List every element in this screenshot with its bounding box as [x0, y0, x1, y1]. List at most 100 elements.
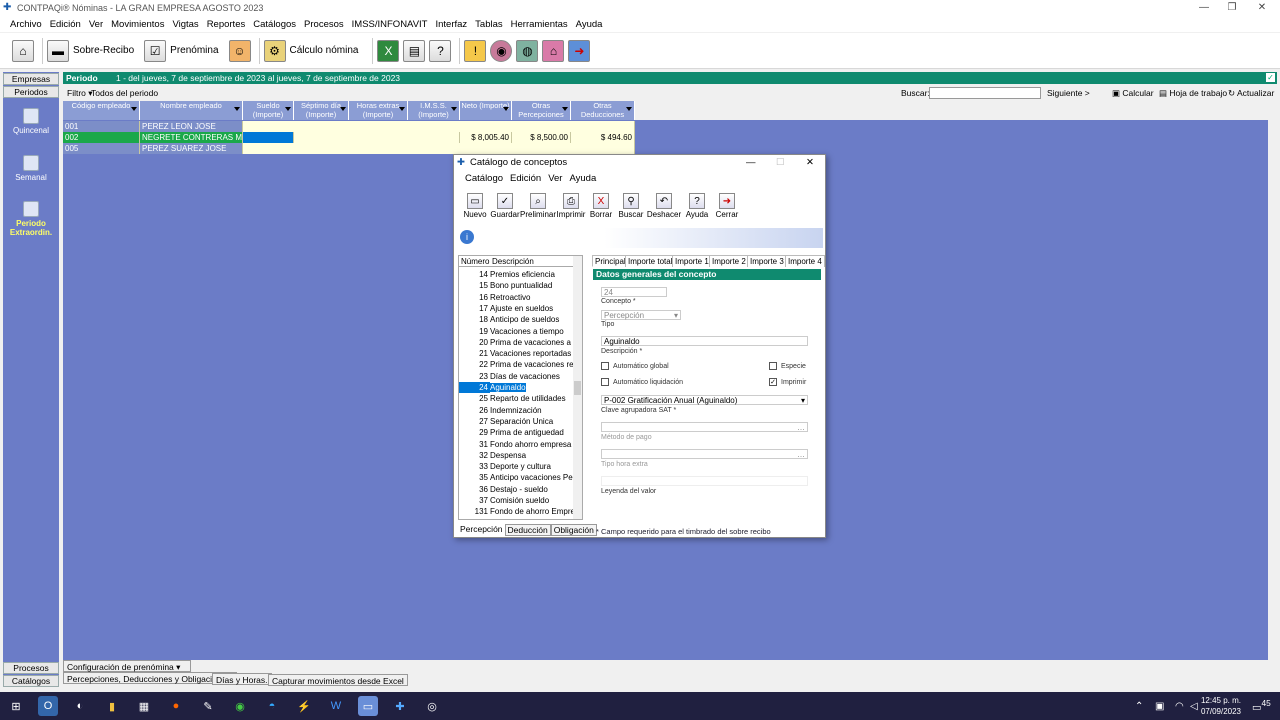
tab-importe-2[interactable]: Importe 2	[709, 255, 749, 267]
col-neto[interactable]: Neto (Importe)	[460, 101, 512, 120]
contpaqi-icon[interactable]: ✚	[390, 696, 410, 716]
list-item[interactable]: 14 Premios eficiencia	[459, 269, 573, 280]
tab-obligacion[interactable]: Obligación	[550, 524, 597, 536]
tipo-hora-field[interactable]: …	[601, 449, 808, 459]
config-prenomina-dropdown[interactable]: Configuración de prenómina ▾	[63, 660, 191, 672]
col-horas[interactable]: Horas extras (Importe)	[349, 101, 408, 120]
dialog-close-button[interactable]: ✕	[806, 155, 814, 171]
app-icon[interactable]: ⚡	[294, 696, 314, 716]
imprimir-button[interactable]: ⎙ Imprimir	[556, 193, 586, 223]
dlg-menu-ver[interactable]: Ver	[548, 173, 562, 187]
menu-procesos[interactable]: Procesos	[304, 19, 344, 30]
infonavit-icon[interactable]: ⌂	[542, 39, 565, 62]
menu-movimientos[interactable]: Movimientos	[111, 19, 164, 30]
nav-semanal[interactable]: Semanal	[3, 155, 59, 182]
menu-imss[interactable]: IMSS/INFONAVIT	[352, 19, 428, 30]
col-sueldo[interactable]: Sueldo (Importe)	[243, 101, 294, 120]
tray-wifi-icon[interactable]: ◠	[1175, 701, 1184, 712]
table-row[interactable]: 002 NEGRETE CONTRERAS MARI $ 8,005.40 $ …	[63, 132, 635, 143]
edge-icon[interactable]: ◓	[262, 696, 282, 716]
table-row[interactable]: 001 PEREZ LEON JOSE	[63, 121, 635, 132]
tab-principal[interactable]: Principal	[592, 255, 629, 267]
list-scrollbar[interactable]	[573, 256, 582, 519]
list-item[interactable]: 27 Separación Unica	[459, 416, 573, 427]
list-item[interactable]: 32 Despensa	[459, 450, 573, 461]
warning-icon[interactable]: !	[464, 39, 487, 62]
tab-importe-1[interactable]: Importe 1	[672, 255, 712, 267]
nav-catalogos[interactable]: Catálogos	[3, 675, 59, 687]
col-nombre[interactable]: Nombre empleado	[140, 101, 243, 120]
word-icon[interactable]: W	[326, 696, 346, 716]
menu-ayuda[interactable]: Ayuda	[576, 19, 603, 30]
menu-edicion[interactable]: Edición	[50, 19, 81, 30]
nav-procesos[interactable]: Procesos	[3, 662, 59, 674]
tab-percepcion[interactable]: Percepción	[458, 524, 505, 536]
tab-dias-horas[interactable]: Días y Horas.	[212, 673, 272, 685]
list-header-descripcion[interactable]: Descripción	[492, 256, 534, 267]
windows-start-icon[interactable]: ⊞	[6, 696, 26, 716]
list-item[interactable]: 21 Vacaciones reportadas $	[459, 348, 573, 359]
list-item[interactable]: 29 Prima de antiguedad	[459, 427, 573, 438]
especie-checkbox[interactable]	[769, 362, 777, 370]
exit-icon[interactable]: ➜	[568, 39, 591, 62]
search-input[interactable]	[929, 87, 1041, 99]
tab-capturar-excel[interactable]: Capturar movimientos desde Excel	[268, 674, 408, 686]
tray-volume-icon[interactable]: ◁	[1190, 701, 1198, 712]
restore-button[interactable]: ❐	[1218, 0, 1246, 16]
calculo-nomina-button[interactable]: ⚙ Cálculo nómina	[263, 38, 365, 64]
chrome-icon[interactable]: ◉	[230, 696, 250, 716]
next-button[interactable]: Siguiente >	[1047, 86, 1090, 100]
nav-periodos[interactable]: Periodos	[3, 86, 59, 98]
filter-dropdown[interactable]: Filtro ▾	[67, 86, 93, 100]
people-icon[interactable]: ☺	[228, 39, 251, 62]
nav-quincenal[interactable]: Quincenal	[3, 108, 59, 135]
teams-icon[interactable]: ◐	[70, 696, 90, 716]
tray-network-icon[interactable]: ▣	[1155, 701, 1164, 712]
tipo-select[interactable]: Percepción ▾	[601, 310, 681, 320]
preliminar-button[interactable]: ⌕ Preliminar	[520, 193, 556, 223]
firefox-icon[interactable]: ●	[166, 696, 186, 716]
notifications-icon[interactable]: ▭45	[1252, 698, 1271, 713]
nav-extraordinario[interactable]: Periodo Extraordin.	[3, 201, 59, 237]
list-item[interactable]: 23 Días de vacaciones	[459, 371, 573, 382]
col-otras-deducciones[interactable]: Otras Deducciones	[571, 101, 635, 120]
list-item[interactable]: 37 Comisión sueldo	[459, 495, 573, 506]
help-icon[interactable]: ?	[429, 39, 452, 62]
col-codigo[interactable]: Código empleado	[63, 101, 140, 120]
list-item[interactable]: 15 Bono puntualidad	[459, 280, 573, 291]
dlg-menu-ayuda[interactable]: Ayuda	[569, 173, 596, 187]
list-item[interactable]: 22Prima de vacaciones repo	[459, 359, 573, 370]
concepto-field[interactable]: 24	[601, 287, 667, 297]
worksheet-button[interactable]: ▤ Hoja de trabajo	[1159, 86, 1227, 100]
list-item[interactable]: 36 Destajo - sueldo	[459, 484, 573, 495]
obs-icon[interactable]: ◎	[422, 696, 442, 716]
folder-icon[interactable]: ▮	[102, 696, 122, 716]
excel-icon[interactable]: X	[377, 39, 400, 62]
check-icon[interactable]: ✓	[1266, 73, 1275, 82]
menu-reportes[interactable]: Reportes	[207, 19, 246, 30]
dlg-menu-catalogo[interactable]: Catálogo	[465, 173, 503, 187]
buscar-button[interactable]: ⚲ Buscar	[616, 193, 646, 223]
auto-global-checkbox[interactable]	[601, 362, 609, 370]
menu-herramientas[interactable]: Herramientas	[511, 19, 568, 30]
clave-sat-select[interactable]: P-002 Gratificación Anual (Aguinaldo) ▾	[601, 395, 808, 405]
minimize-button[interactable]: —	[1190, 0, 1218, 16]
imprimir-checkbox[interactable]: ✓	[769, 378, 777, 386]
refresh-button[interactable]: ↻ Actualizar	[1228, 86, 1274, 100]
deshacer-button[interactable]: ↶ Deshacer	[646, 193, 682, 223]
nav-empresas[interactable]: Empresas	[3, 73, 59, 85]
menu-tablas[interactable]: Tablas	[475, 19, 502, 30]
guardar-button[interactable]: ✓ Guardar	[490, 193, 520, 223]
nuevo-button[interactable]: ▭ Nuevo	[460, 193, 490, 223]
list-item[interactable]: 16 Retroactivo	[459, 292, 573, 303]
list-item[interactable]: 35 Anticipo vacaciones Perc	[459, 472, 573, 483]
list-item[interactable]: 19 Vacaciones a tiempo	[459, 326, 573, 337]
list-item[interactable]: 25 Reparto de utilidades	[459, 393, 573, 404]
descripcion-field[interactable]: Aguinaldo	[601, 336, 808, 346]
borrar-button[interactable]: X Borrar	[586, 193, 616, 223]
list-item[interactable]: 33 Deporte y cultura	[459, 461, 573, 472]
cerrar-button[interactable]: ➜ Cerrar	[712, 193, 742, 223]
close-button[interactable]: ✕	[1248, 0, 1276, 16]
notes-icon[interactable]: ✎	[198, 696, 218, 716]
col-septimo[interactable]: Séptimo día (Importe)	[294, 101, 349, 120]
